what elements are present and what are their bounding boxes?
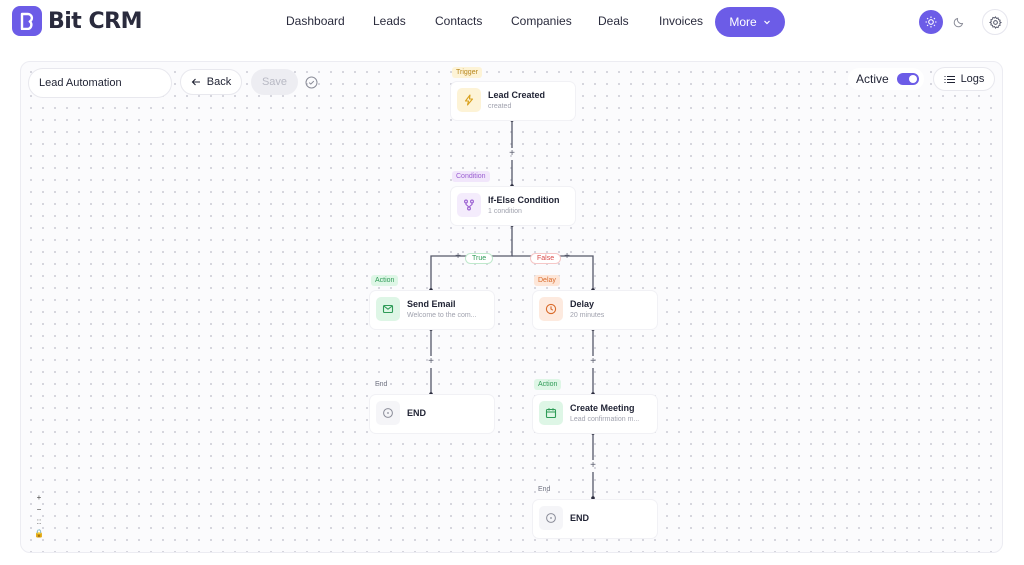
arrow-left-icon xyxy=(191,78,200,86)
trigger-subtitle: created xyxy=(488,103,512,110)
end-title: END xyxy=(407,408,427,418)
branch-icon xyxy=(457,193,481,217)
main-nav: Dashboard Leads Contacts Companies Deals… xyxy=(0,0,1024,44)
add-step-plus[interactable]: + xyxy=(453,252,463,262)
more-label: More xyxy=(729,15,757,29)
stop-circle-icon xyxy=(376,401,400,425)
dark-theme-button[interactable] xyxy=(947,10,971,34)
end-badge: End xyxy=(375,381,388,388)
delay-node[interactable]: Delay 20 minutes xyxy=(533,291,657,329)
condition-title: If-Else Condition xyxy=(488,195,560,205)
back-label: Back xyxy=(206,76,232,88)
delay-title: Delay xyxy=(570,299,595,309)
clock-icon xyxy=(539,297,563,321)
end-node[interactable]: END xyxy=(370,395,494,433)
calendar-icon xyxy=(539,401,563,425)
top-header: Bit CRM Dashboard Leads Contacts Compani… xyxy=(0,0,1024,44)
nav-leads[interactable]: Leads xyxy=(373,14,406,28)
check-circle-icon[interactable] xyxy=(305,76,318,89)
nav-dashboard[interactable]: Dashboard xyxy=(286,14,345,28)
workflow-canvas[interactable] xyxy=(20,61,1003,553)
lightning-icon xyxy=(457,88,481,112)
create-meeting-node[interactable]: Create Meeting Lead confirmation m... xyxy=(533,395,657,433)
zoom-controls: + − :: 🔒 xyxy=(33,493,45,539)
add-step-plus[interactable]: + xyxy=(588,357,598,367)
workflow-name-input[interactable] xyxy=(28,68,172,98)
save-label: Save xyxy=(261,76,288,88)
end-title: END xyxy=(570,513,590,523)
light-theme-button[interactable] xyxy=(919,10,943,34)
create-meeting-title: Create Meeting xyxy=(570,403,635,413)
send-email-node[interactable]: Send Email Welcome to the com... xyxy=(370,291,494,329)
end-badge: End xyxy=(538,486,551,493)
add-step-plus[interactable]: + xyxy=(426,357,436,367)
list-icon xyxy=(944,75,955,83)
trigger-badge: Trigger xyxy=(452,67,482,78)
settings-button[interactable] xyxy=(982,9,1008,35)
moon-icon xyxy=(953,17,964,28)
delay-badge: Delay xyxy=(534,275,560,286)
stop-circle-icon xyxy=(539,506,563,530)
add-step-plus[interactable]: + xyxy=(562,252,572,262)
send-email-title: Send Email xyxy=(407,299,456,309)
sun-icon xyxy=(925,16,937,28)
chevron-down-icon xyxy=(763,20,770,25)
logs-button[interactable]: Logs xyxy=(933,67,995,91)
nav-invoices[interactable]: Invoices xyxy=(659,14,703,28)
nav-deals[interactable]: Deals xyxy=(598,14,629,28)
back-button[interactable]: Back xyxy=(180,69,242,95)
active-toggle-group: Active xyxy=(848,68,924,90)
add-step-plus[interactable]: + xyxy=(507,149,517,159)
condition-node[interactable]: If-Else Condition 1 condition xyxy=(451,187,575,225)
branch-false-label: False xyxy=(530,253,562,264)
trigger-node[interactable]: Lead Created created xyxy=(451,82,575,120)
nav-contacts[interactable]: Contacts xyxy=(435,14,482,28)
fit-view-icon[interactable]: :: xyxy=(33,517,45,527)
condition-subtitle: 1 condition xyxy=(488,208,522,215)
mail-icon xyxy=(376,297,400,321)
zoom-in-icon[interactable]: + xyxy=(33,493,45,503)
condition-badge: Condition xyxy=(452,171,490,182)
action-badge: Action xyxy=(534,379,562,390)
lock-icon[interactable]: 🔒 xyxy=(33,529,45,539)
gear-icon xyxy=(988,15,1002,29)
branch-true-label: True xyxy=(465,253,494,264)
logs-label: Logs xyxy=(960,73,985,85)
active-label: Active xyxy=(856,72,889,86)
nav-companies[interactable]: Companies xyxy=(511,14,572,28)
action-badge: Action xyxy=(371,275,399,286)
end-node[interactable]: END xyxy=(533,500,657,538)
delay-subtitle: 20 minutes xyxy=(570,312,605,319)
send-email-subtitle: Welcome to the com... xyxy=(407,312,477,319)
add-step-plus[interactable]: + xyxy=(588,461,598,471)
trigger-title: Lead Created xyxy=(488,90,546,100)
zoom-out-icon[interactable]: − xyxy=(33,505,45,515)
active-toggle[interactable] xyxy=(896,73,919,85)
more-menu-button[interactable]: More xyxy=(715,7,785,37)
create-meeting-subtitle: Lead confirmation m... xyxy=(570,416,640,423)
save-button[interactable]: Save xyxy=(251,69,298,95)
